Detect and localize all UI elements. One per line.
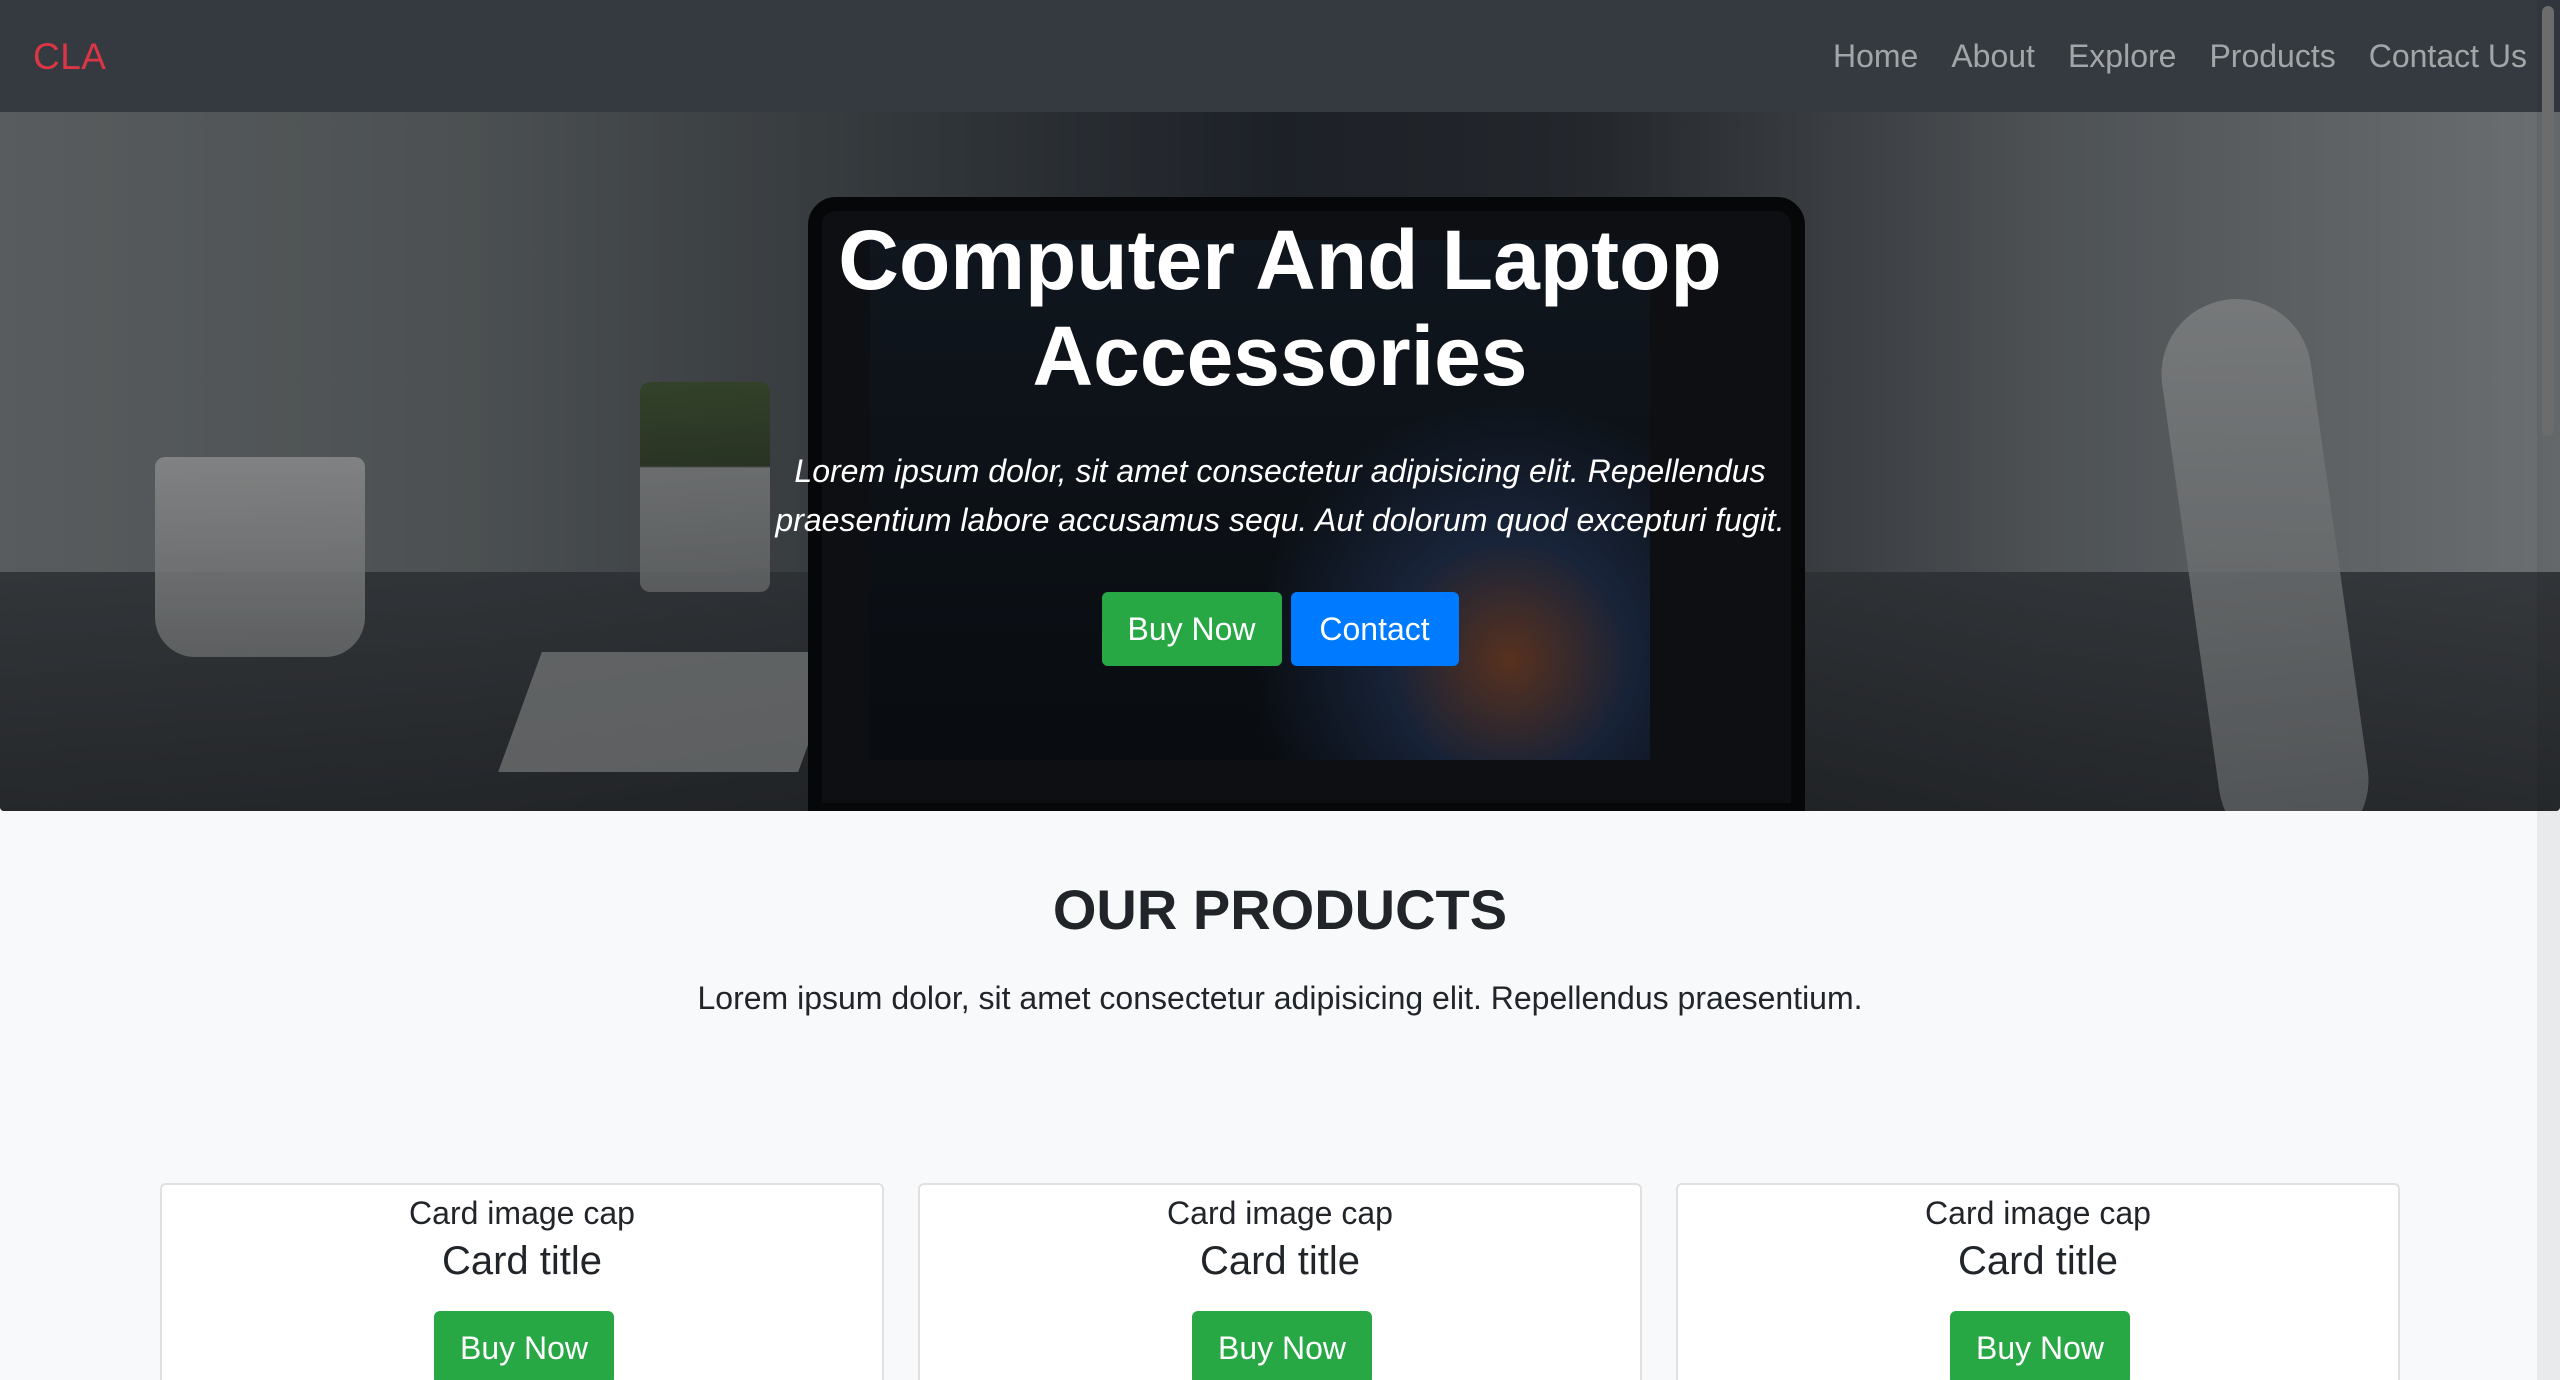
card-buy-now-button[interactable]: Buy Now: [1950, 1311, 2130, 1380]
hero-contact-button[interactable]: Contact: [1290, 592, 1459, 666]
nav-link-products[interactable]: Products: [2209, 40, 2335, 72]
hero-content: Computer And Laptop Accessories Lorem ip…: [0, 112, 2560, 811]
product-cards: Card image cap Card title Buy Now Card i…: [160, 1183, 2400, 1380]
scrollbar-thumb[interactable]: [2542, 6, 2554, 436]
product-card: Card image cap Card title Buy Now: [918, 1183, 1642, 1380]
product-card: Card image cap Card title Buy Now: [1676, 1183, 2400, 1380]
nav-link-contact-us[interactable]: Contact Us: [2369, 40, 2527, 72]
hero-section: Computer And Laptop Accessories Lorem ip…: [0, 112, 2560, 811]
card-title: Card title: [441, 1239, 603, 1283]
card-image-cap: Card image cap: [1167, 1195, 1393, 1231]
hero-title: Computer And Laptop Accessories: [838, 213, 1722, 403]
products-title: OUR PRODUCTS: [1052, 878, 1508, 941]
card-image-cap: Card image cap: [409, 1195, 635, 1231]
nav-link-home[interactable]: Home: [1833, 40, 1918, 72]
products-text: Lorem ipsum dolor, sit amet consectetur …: [697, 980, 1863, 1016]
card-buy-now-button[interactable]: Buy Now: [1192, 1311, 1372, 1380]
card-image-cap: Card image cap: [1925, 1195, 2151, 1231]
nav-link-about[interactable]: About: [1951, 40, 2035, 72]
nav-links: Home About Explore Products Contact Us: [1800, 40, 2527, 72]
hero-text: Lorem ipsum dolor, sit amet consectetur …: [775, 453, 1785, 538]
navbar: CLA Home About Explore Products Contact …: [0, 0, 2560, 112]
card-title: Card title: [1199, 1239, 1361, 1283]
hero-buttons: Buy Now Contact: [0, 592, 2560, 666]
page: CLA Home About Explore Products Contact …: [0, 0, 2560, 1380]
hero-buy-now-button[interactable]: Buy Now: [1101, 592, 1282, 666]
product-card: Card image cap Card title Buy Now: [160, 1183, 884, 1380]
card-buy-now-button[interactable]: Buy Now: [434, 1311, 614, 1380]
nav-link-explore[interactable]: Explore: [2068, 40, 2177, 72]
card-title: Card title: [1957, 1239, 2119, 1283]
brand-logo[interactable]: CLA: [33, 38, 106, 75]
